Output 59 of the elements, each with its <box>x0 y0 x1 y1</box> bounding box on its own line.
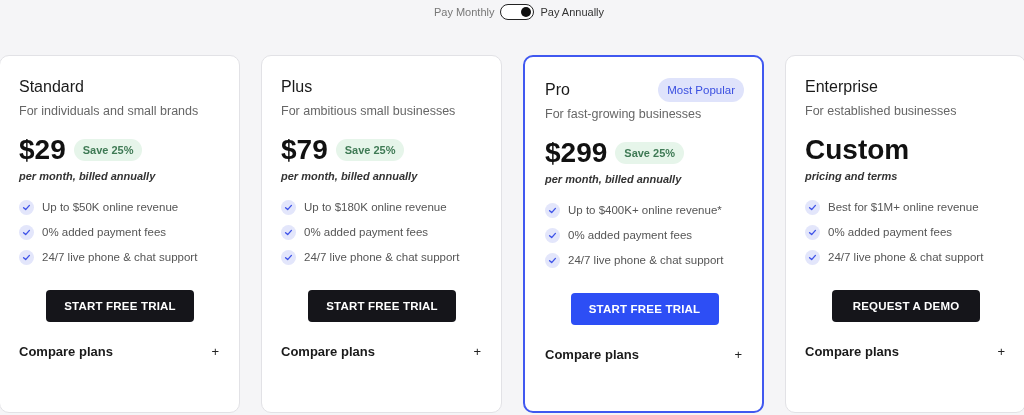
plan-name: Standard <box>19 78 84 96</box>
cta-button[interactable]: START FREE TRIAL <box>308 290 456 322</box>
feature-text: 24/7 live phone & chat support <box>568 254 724 266</box>
check-icon <box>805 224 820 240</box>
check-icon <box>805 249 820 265</box>
plan-price: $29 <box>19 134 66 166</box>
cta-button[interactable]: REQUEST A DEMO <box>832 290 980 322</box>
compare-plans-link[interactable]: Compare plans <box>545 347 639 362</box>
cta-button[interactable]: START FREE TRIAL <box>570 293 719 325</box>
price-note: pricing and terms <box>805 170 899 182</box>
compare-plans-link[interactable]: Compare plans <box>805 344 899 359</box>
plan-name: Plus <box>281 78 313 96</box>
feature-text: 24/7 live phone & chat support <box>828 251 984 263</box>
price-note: per month, billed annually <box>545 173 683 185</box>
compare-plans-link[interactable]: Compare plans <box>281 344 375 359</box>
billing-toggle[interactable] <box>500 4 535 20</box>
popular-badge: Most Popular <box>658 78 744 102</box>
plan-price: Custom <box>805 134 910 166</box>
feature-text: 0% added payment fees <box>42 226 167 238</box>
plan-name: Pro <box>545 81 570 99</box>
feature-text: Up to $50K online revenue <box>42 201 179 213</box>
price-note: per month, billed annually <box>281 170 419 182</box>
expand-icon[interactable]: + <box>997 344 1005 359</box>
check-icon <box>19 249 34 265</box>
cta-button[interactable]: START FREE TRIAL <box>46 290 194 322</box>
save-badge: Save 25% <box>615 142 685 164</box>
plan-tagline: For individuals and small brands <box>19 104 200 118</box>
plan-tagline: For ambitious small businesses <box>281 104 457 118</box>
plan-price: $79 <box>281 134 328 166</box>
expand-icon[interactable]: + <box>734 347 742 362</box>
feature-text: 0% added payment fees <box>568 229 693 241</box>
check-icon <box>545 252 560 268</box>
feature-text: Up to $180K online revenue <box>304 201 447 213</box>
expand-icon[interactable]: + <box>473 344 481 359</box>
pay-annually-label: Pay Annually <box>540 6 605 18</box>
feature-text: 0% added payment fees <box>828 226 953 238</box>
check-icon <box>281 249 296 265</box>
feature-text: 24/7 live phone & chat support <box>304 251 460 263</box>
check-icon <box>19 224 34 240</box>
plan-price: $299 <box>545 137 608 169</box>
pay-monthly-label: Pay Monthly <box>433 6 495 18</box>
check-icon <box>545 202 560 218</box>
check-icon <box>805 199 820 215</box>
feature-text: Best for $1M+ online revenue <box>828 201 979 213</box>
check-icon <box>19 199 34 215</box>
expand-icon[interactable]: + <box>211 344 219 359</box>
check-icon <box>281 199 296 215</box>
feature-text: 24/7 live phone & chat support <box>42 251 198 263</box>
feature-text: Up to $400K+ online revenue* <box>568 204 722 216</box>
save-badge: Save 25% <box>73 139 143 161</box>
price-note: per month, billed annually <box>19 170 157 182</box>
check-icon <box>545 227 560 243</box>
save-badge: Save 25% <box>335 139 405 161</box>
feature-text: 0% added payment fees <box>304 226 429 238</box>
check-icon <box>281 224 296 240</box>
plan-tagline: For established businesses <box>805 104 958 118</box>
plan-tagline: For fast-growing businesses <box>545 107 703 121</box>
plan-name: Enterprise <box>805 78 878 96</box>
compare-plans-link[interactable]: Compare plans <box>19 344 113 359</box>
